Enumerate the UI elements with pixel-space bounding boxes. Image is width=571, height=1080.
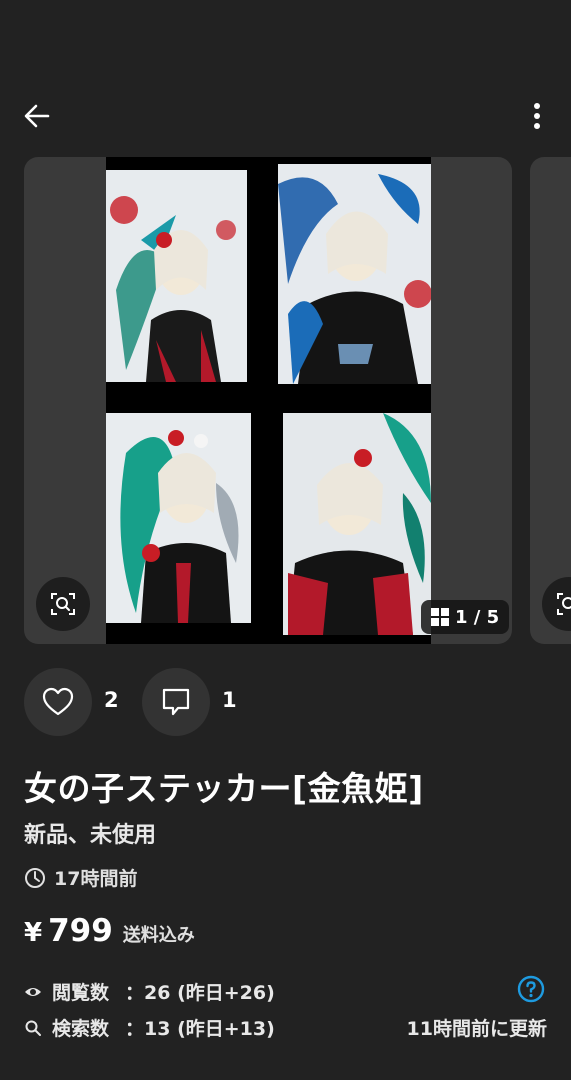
stats-help-button[interactable]	[517, 975, 545, 1003]
price-row: ¥ 799 送料込み	[24, 913, 195, 949]
image-counter: 1 / 5	[421, 600, 510, 634]
gallery-slide-current[interactable]: 1 / 5	[24, 157, 512, 644]
like-count: 2	[104, 688, 119, 712]
item-detail-screen: 1 / 5 2 1 女の子ステッカー[金魚姫] 新品、未使用 17時間前 ¥ 7…	[0, 0, 571, 1080]
sticker-image-3	[106, 413, 251, 623]
image-counter-label: 1 / 5	[455, 606, 500, 628]
like-button[interactable]	[24, 668, 92, 736]
item-condition: 新品、未使用	[24, 823, 157, 848]
currency-symbol: ¥	[24, 918, 43, 948]
views-value: ：26 (昨日+26)	[125, 982, 275, 1004]
comment-count: 1	[222, 688, 237, 712]
posted-time-label: 17時間前	[54, 868, 138, 890]
image-search-icon	[557, 593, 571, 615]
eye-icon	[25, 987, 41, 996]
engagement-bar: 2 1	[24, 668, 544, 736]
search-icon	[25, 1020, 41, 1036]
searches-stat: 検索数 ：13 (昨日+13)	[24, 1014, 275, 1041]
views-stat: 閲覧数 ：26 (昨日+26)	[24, 978, 275, 1005]
sticker-image-2	[278, 164, 431, 384]
item-title: 女の子ステッカー[金魚姫]	[24, 769, 424, 808]
sticker-image-4	[283, 413, 431, 635]
item-price: 799	[48, 913, 113, 949]
views-label: 閲覧数	[52, 982, 110, 1004]
image-search-button-next[interactable]	[542, 577, 571, 631]
updated-time: 11時間前に更新	[406, 1018, 547, 1040]
clock-icon	[25, 867, 45, 888]
searches-label: 検索数	[52, 1018, 110, 1040]
sticker-image-1	[106, 170, 247, 382]
top-bar	[0, 85, 571, 145]
comment-icon	[162, 688, 190, 716]
grid-icon	[431, 608, 449, 626]
heart-icon	[42, 687, 74, 716]
arrow-left-icon	[24, 104, 50, 128]
back-button[interactable]	[14, 93, 60, 139]
help-circle-icon	[517, 975, 545, 1003]
more-options-button[interactable]	[517, 93, 557, 139]
searches-value: ：13 (昨日+13)	[125, 1018, 275, 1040]
comment-button[interactable]	[142, 668, 210, 736]
product-photo[interactable]	[106, 157, 431, 644]
image-search-icon	[51, 593, 75, 615]
image-gallery[interactable]: 1 / 5	[0, 157, 571, 644]
image-search-button[interactable]	[36, 577, 90, 631]
shipping-note: 送料込み	[122, 925, 195, 946]
more-vertical-icon	[534, 103, 540, 129]
posted-time: 17時間前	[24, 864, 137, 891]
gallery-slide-next[interactable]	[530, 157, 571, 644]
